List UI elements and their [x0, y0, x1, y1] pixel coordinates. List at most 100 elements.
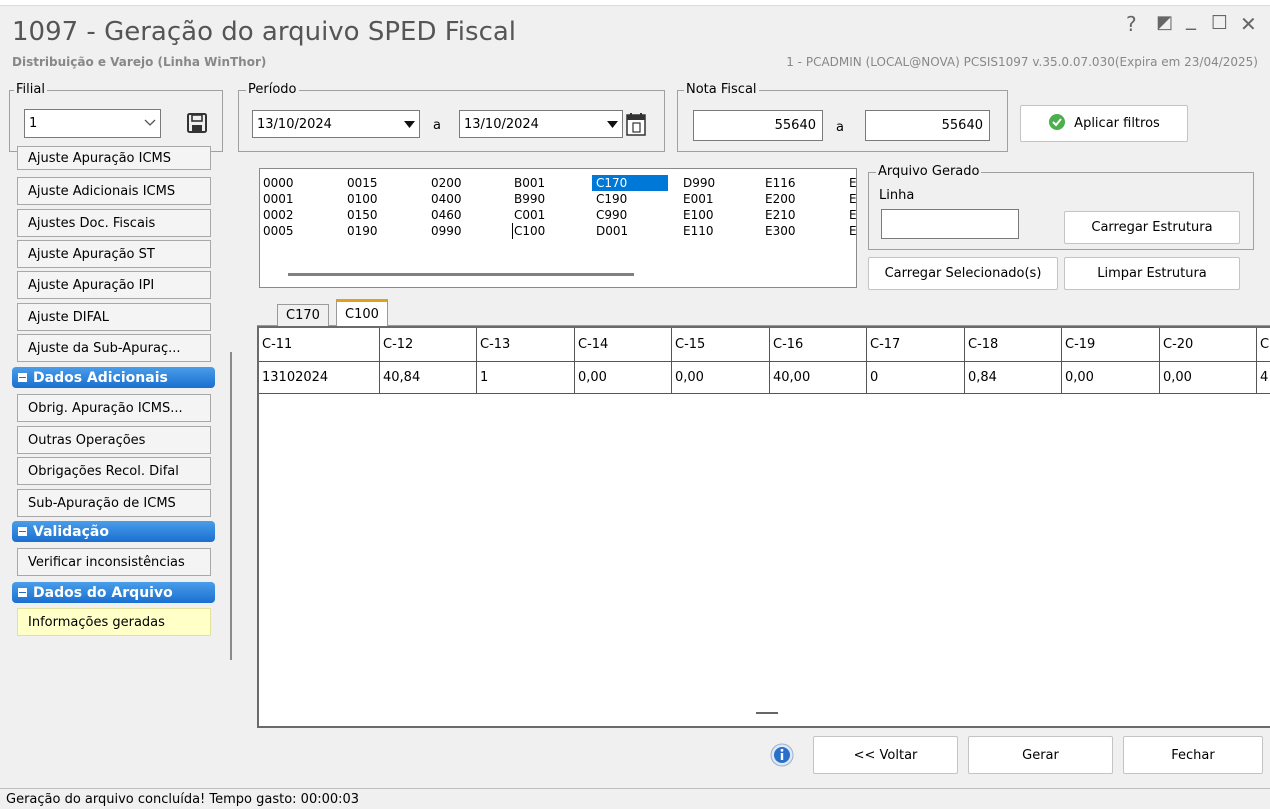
record-item[interactable]: E	[849, 207, 856, 223]
grid-cell[interactable]: 0,00	[1062, 362, 1160, 394]
record-item[interactable]: C100	[512, 223, 584, 239]
sidebar-item-ajustes-doc-fiscais[interactable]: Ajustes Doc. Fiscais	[17, 209, 211, 237]
record-item-selected[interactable]: C170	[592, 175, 668, 191]
grid-cell[interactable]: 0,84	[965, 362, 1062, 394]
grid-header-cell[interactable]: C-19	[1062, 328, 1160, 362]
close-icon[interactable]: ✕	[1240, 12, 1257, 36]
sidebar-item-ajuste-apuracao-st[interactable]: Ajuste Apuração ST	[17, 240, 211, 268]
restore-icon[interactable]: ◩	[1156, 12, 1173, 33]
grid-resize-grip[interactable]	[756, 712, 778, 714]
grid-header-cell[interactable]: C-20	[1160, 328, 1257, 362]
record-item[interactable]: E001	[683, 191, 753, 207]
section-dados-adicionais[interactable]: Dados Adicionais	[12, 367, 215, 388]
voltar-button[interactable]: << Voltar	[813, 736, 958, 774]
record-item[interactable]: B001	[514, 175, 584, 191]
section-validacao[interactable]: Validação	[12, 521, 215, 542]
sidebar-item-outras-operacoes[interactable]: Outras Operações	[17, 426, 211, 454]
info-icon[interactable]	[770, 743, 794, 767]
nota-start-input[interactable]: 55640	[693, 110, 823, 141]
apply-filters-button[interactable]: Aplicar filtros	[1020, 105, 1188, 142]
grid-cell[interactable]: 0,00	[672, 362, 770, 394]
carregar-estrutura-button[interactable]: Carregar Estrutura	[1064, 211, 1240, 244]
record-item[interactable]: B990	[514, 191, 584, 207]
nota-end-input[interactable]: 55640	[865, 110, 990, 141]
record-item[interactable]: E200	[765, 191, 835, 207]
grid-header-cell[interactable]: C-12	[380, 328, 477, 362]
record-item[interactable]: C001	[514, 207, 584, 223]
maximize-icon[interactable]: ☐	[1211, 12, 1228, 34]
sidebar-item-obrig-apuracao-icms[interactable]: Obrig. Apuração ICMS...	[17, 394, 211, 422]
sidebar-item-sub-apuracao-icms[interactable]: Sub-Apuração de ICMS	[17, 489, 211, 517]
section-dados-arquivo[interactable]: Dados do Arquivo	[12, 582, 215, 603]
records-list[interactable]: 0000 0001 0002 0005 0015 0100 0150 0190 …	[259, 168, 857, 288]
sidebar-scrollbar[interactable]	[230, 352, 232, 660]
record-item[interactable]: C190	[596, 191, 668, 207]
record-item[interactable]: 0150	[347, 207, 417, 223]
record-item[interactable]: 0015	[347, 175, 417, 191]
grid-cell[interactable]: 0,00	[1160, 362, 1257, 394]
grid-header-cell[interactable]: C-18	[965, 328, 1062, 362]
record-item[interactable]: 0200	[431, 175, 501, 191]
record-item[interactable]: 0460	[431, 207, 501, 223]
record-item[interactable]: E	[849, 175, 856, 191]
record-item[interactable]: E	[849, 223, 856, 239]
record-item[interactable]: 0990	[431, 223, 501, 239]
grid-cell[interactable]: 4	[1257, 362, 1270, 394]
record-item[interactable]: E110	[683, 223, 753, 239]
record-item[interactable]: 0190	[347, 223, 417, 239]
grid-header-cell[interactable]: C-13	[477, 328, 575, 362]
grid-header-cell[interactable]: C-17	[867, 328, 965, 362]
grid-header-cell[interactable]: C-16	[770, 328, 867, 362]
record-item[interactable]: D990	[683, 175, 753, 191]
record-item[interactable]: D001	[596, 223, 668, 239]
record-item[interactable]: E	[849, 191, 856, 207]
save-icon[interactable]	[185, 111, 209, 135]
records-horizontal-scrollbar[interactable]	[288, 273, 634, 276]
collapse-icon	[18, 527, 27, 536]
sidebar-item-ajuste-apuracao-icms[interactable]: Ajuste Apuração ICMS	[17, 146, 211, 170]
record-item[interactable]: C990	[596, 207, 668, 223]
grid-header-cell[interactable]: C-11	[259, 328, 380, 362]
sidebar-item-ajuste-difal[interactable]: Ajuste DIFAL	[17, 303, 211, 331]
collapse-icon	[18, 588, 27, 597]
sidebar-item-obrigacoes-recol-difal[interactable]: Obrigações Recol. Difal	[17, 457, 211, 485]
fechar-button[interactable]: Fechar	[1123, 736, 1263, 774]
record-item[interactable]: 0002	[263, 207, 333, 223]
sidebar-item-ajuste-sub-apuracao[interactable]: Ajuste da Sub-Apuraç...	[17, 334, 211, 362]
calendar-icon[interactable]	[624, 111, 648, 137]
tab-c170[interactable]: C170	[277, 304, 329, 326]
grid-header-cell[interactable]: C	[1257, 328, 1270, 362]
record-item[interactable]: E300	[765, 223, 835, 239]
sidebar-item-ajuste-adicionais-icms[interactable]: Ajuste Adicionais ICMS	[17, 177, 211, 205]
sidebar-item-ajuste-apuracao-ipi[interactable]: Ajuste Apuração IPI	[17, 271, 211, 299]
help-icon[interactable]: ?	[1126, 12, 1137, 36]
periodo-start-input[interactable]: 13/10/2024	[252, 110, 420, 138]
record-item[interactable]: 0400	[431, 191, 501, 207]
grid-cell[interactable]: 0,00	[575, 362, 672, 394]
record-item[interactable]: 0000	[263, 175, 333, 191]
gerar-button[interactable]: Gerar	[968, 736, 1113, 774]
record-item[interactable]: 0001	[263, 191, 333, 207]
record-item[interactable]: 0100	[347, 191, 417, 207]
grid-cell[interactable]: 13102024	[259, 362, 380, 394]
limpar-estrutura-button[interactable]: Limpar Estrutura	[1064, 257, 1240, 290]
grid-cell[interactable]: 40,84	[380, 362, 477, 394]
grid-header-cell[interactable]: C-15	[672, 328, 770, 362]
periodo-legend: Período	[246, 82, 299, 97]
record-item[interactable]: E210	[765, 207, 835, 223]
periodo-end-input[interactable]: 13/10/2024	[459, 110, 623, 138]
record-item[interactable]: E100	[683, 207, 753, 223]
minimize-icon[interactable]: _	[1186, 6, 1196, 30]
grid-header-cell[interactable]: C-14	[575, 328, 672, 362]
sidebar-item-informacoes-geradas[interactable]: Informações geradas	[17, 608, 211, 636]
tab-c100[interactable]: C100	[336, 299, 388, 326]
record-item[interactable]: 0005	[263, 223, 333, 239]
carregar-selecionados-button[interactable]: Carregar Selecionado(s)	[868, 257, 1058, 290]
record-item[interactable]: E116	[765, 175, 835, 191]
grid-cell[interactable]: 0	[867, 362, 965, 394]
filial-select[interactable]: 1	[24, 109, 161, 138]
grid-cell[interactable]: 40,00	[770, 362, 867, 394]
sidebar-item-verificar-inconsistencias[interactable]: Verificar inconsistências	[17, 548, 211, 576]
grid-cell[interactable]: 1	[477, 362, 575, 394]
linha-input[interactable]	[881, 209, 1019, 239]
